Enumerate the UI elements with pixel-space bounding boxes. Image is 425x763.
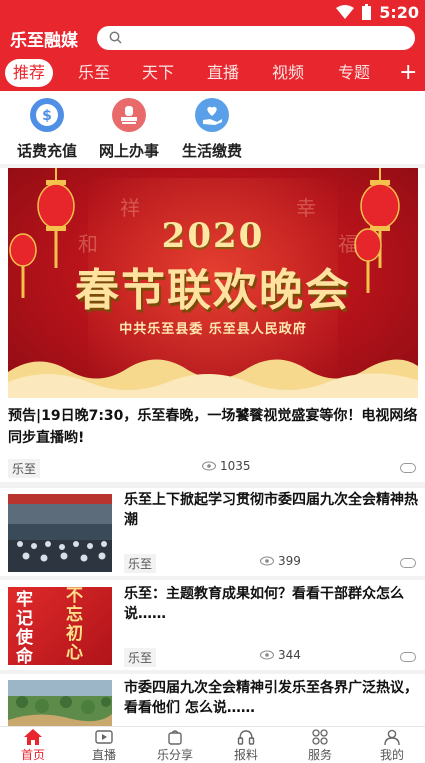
search-input[interactable] bbox=[97, 26, 415, 50]
nav-profile[interactable]: 我的 bbox=[362, 729, 422, 763]
news-thumbnail[interactable] bbox=[8, 494, 112, 572]
service-utilities[interactable]: 生活缴费 bbox=[180, 96, 244, 161]
tab-recommend[interactable]: 推荐 bbox=[5, 59, 53, 87]
tab-video[interactable]: 视频 bbox=[264, 59, 312, 87]
thumb-text: 使命 bbox=[16, 628, 33, 666]
nav-label: 首页 bbox=[20, 748, 45, 762]
eye-icon bbox=[260, 556, 274, 566]
nav-home[interactable]: 首页 bbox=[3, 729, 63, 763]
home-icon bbox=[24, 729, 42, 745]
service-recharge[interactable]: $ 话费充值 bbox=[15, 96, 79, 161]
battery-icon bbox=[362, 4, 372, 20]
service-label: 话费充值 bbox=[16, 142, 77, 160]
list-divider bbox=[0, 670, 425, 674]
dismiss-icon[interactable] bbox=[400, 463, 416, 473]
featured-banner[interactable]: 祥 幸 和 福 2020 春节联欢晚会 中共乐至县委 乐至县人民政府 bbox=[8, 168, 418, 398]
top-header: 5:20 乐至融媒 推荐 乐至 天下 直播 视频 专题 + bbox=[0, 0, 425, 91]
dollar-icon: $ bbox=[30, 98, 64, 132]
dismiss-icon[interactable] bbox=[400, 558, 416, 568]
news-title[interactable]: 乐至上下掀起学习贯彻市委四届九次全会精神热潮 bbox=[124, 490, 418, 530]
nav-share[interactable]: 乐分享 bbox=[145, 729, 205, 763]
service-shortcuts: $ 话费充值 网上办事 生活缴费 bbox=[0, 96, 425, 162]
svg-text:$: $ bbox=[42, 108, 52, 124]
wifi-icon bbox=[336, 5, 355, 19]
banner-year: 2020 bbox=[161, 216, 265, 256]
tv-icon bbox=[95, 730, 113, 744]
news-views: 399 bbox=[260, 554, 301, 568]
banner-subtitle: 中共乐至县委 乐至县人民政府 bbox=[119, 322, 307, 337]
lead-article-views: 1035 bbox=[202, 459, 251, 473]
view-count: 1035 bbox=[220, 459, 251, 473]
thumb-text: 牢记 bbox=[16, 590, 33, 629]
share-bag-icon bbox=[168, 730, 182, 745]
nav-label: 服务 bbox=[307, 748, 332, 762]
tab-topic[interactable]: 专题 bbox=[330, 59, 378, 87]
app-title: 乐至融媒 bbox=[10, 31, 78, 51]
nav-report[interactable]: 报料 bbox=[216, 729, 276, 763]
search-icon bbox=[109, 31, 122, 44]
news-thumbnail[interactable] bbox=[8, 680, 112, 726]
banner-title: 春节联欢晚会 bbox=[75, 265, 351, 316]
user-icon bbox=[384, 729, 400, 745]
status-time: 5:20 bbox=[379, 2, 419, 22]
nav-label: 直播 bbox=[91, 748, 116, 762]
news-views: 344 bbox=[260, 648, 301, 662]
service-label: 网上办事 bbox=[98, 142, 159, 160]
eye-icon bbox=[260, 650, 274, 660]
hand-heart-icon bbox=[195, 98, 229, 132]
thumb-text: 初心 bbox=[66, 624, 83, 663]
add-channel-button[interactable]: + bbox=[399, 59, 417, 87]
nav-live[interactable]: 直播 bbox=[74, 729, 134, 763]
stamp-icon bbox=[112, 98, 146, 132]
news-tag: 乐至 bbox=[124, 648, 157, 667]
service-online-affairs[interactable]: 网上办事 bbox=[97, 96, 161, 161]
news-thumbnail[interactable]: 牢记 使命 不忘 初心 bbox=[8, 587, 112, 665]
eye-icon bbox=[202, 461, 216, 471]
list-divider bbox=[0, 576, 425, 580]
list-divider bbox=[0, 482, 425, 488]
status-bar: 5:20 bbox=[336, 2, 419, 22]
tab-live[interactable]: 直播 bbox=[199, 59, 247, 87]
banner-cloud-wave bbox=[8, 359, 418, 398]
news-title[interactable]: 乐至：主题教育成果如何？看看干部群众怎么说…… bbox=[124, 584, 418, 624]
thumb-text: 不忘 bbox=[66, 587, 83, 625]
nav-label: 报料 bbox=[233, 748, 258, 762]
news-title[interactable]: 市委四届九次全会精神引发乐至各界广泛热议，看看他们 怎么说…… bbox=[124, 678, 418, 718]
lead-article-tag: 乐至 bbox=[8, 459, 41, 478]
grid-icon bbox=[312, 729, 328, 745]
tab-world[interactable]: 天下 bbox=[134, 59, 182, 87]
service-label: 生活缴费 bbox=[181, 142, 242, 160]
channel-tabs: 推荐 乐至 天下 直播 视频 专题 + bbox=[0, 59, 425, 91]
nav-services[interactable]: 服务 bbox=[290, 729, 350, 763]
headset-icon bbox=[237, 730, 255, 745]
bottom-navigation: 首页 直播 乐分享 报料 服务 我的 bbox=[0, 726, 425, 763]
view-count: 344 bbox=[278, 648, 301, 662]
news-tag: 乐至 bbox=[124, 554, 157, 573]
view-count: 399 bbox=[278, 554, 301, 568]
lead-article-title[interactable]: 预告|19日晚7:30，乐至春晚，一场饕餮视觉盛宴等你！电视网络同步直播哟! bbox=[8, 405, 418, 449]
nav-label: 我的 bbox=[379, 748, 404, 762]
tab-lezhi[interactable]: 乐至 bbox=[70, 59, 118, 87]
nav-label: 乐分享 bbox=[156, 748, 193, 762]
dismiss-icon[interactable] bbox=[400, 652, 416, 662]
